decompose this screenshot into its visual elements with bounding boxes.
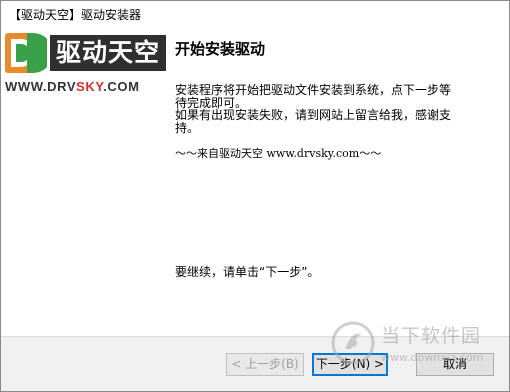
window-title: 【驱动天空】驱动安装器 <box>9 8 142 22</box>
page-heading: 开始安装驱动 <box>175 40 266 58</box>
logo-url-suffix: .COM <box>103 79 140 94</box>
source-line: ～～来自驱动天空 www.drvsky.com～～ <box>175 147 382 160</box>
logo-url-accent: SKY <box>76 79 104 94</box>
cancel-button[interactable]: 取消 <box>416 353 494 376</box>
failure-note-line1: 如果有出现安装失败，请到网站上留言给我，感谢支 <box>175 108 452 122</box>
failure-note: 如果有出现安装失败，请到网站上留言给我，感谢支 持。 <box>175 109 485 135</box>
installer-window: 【驱动天空】驱动安装器 驱动天空 WWW.DRVSKY.COM 开始安装驱动 安… <box>0 0 510 392</box>
logo-url-text: WWW.DRVSKY.COM <box>5 79 167 94</box>
drvsky-d-logo-icon <box>5 33 47 73</box>
logo-chinese-text: 驱动天空 <box>50 35 166 71</box>
logo-url-prefix: WWW.DRV <box>5 79 77 94</box>
install-description: 安装程序将开始把驱动文件安装到系统，点下一步等 待完成即可。 <box>175 84 485 110</box>
button-bar: < 上一步(B) 下一步(N) > 取消 <box>1 336 509 391</box>
continue-instruction: 要继续，请单击“下一步”。 <box>175 265 320 279</box>
back-button[interactable]: < 上一步(B) <box>226 353 304 376</box>
next-button[interactable]: 下一步(N) > <box>312 353 388 376</box>
title-bar: 【驱动天空】驱动安装器 <box>1 1 509 30</box>
drvsky-logo: 驱动天空 WWW.DRVSKY.COM <box>5 31 167 131</box>
failure-note-line2: 持。 <box>175 121 200 135</box>
